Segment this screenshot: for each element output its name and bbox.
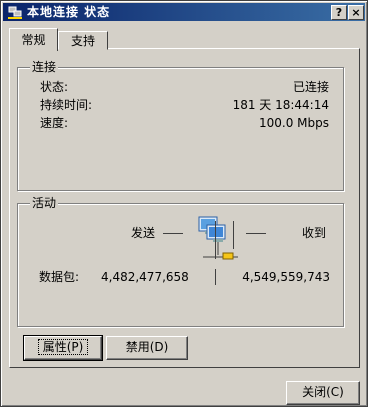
close-window-button[interactable]: × bbox=[348, 5, 364, 20]
duration-value: 181 天 18:44:14 bbox=[232, 98, 329, 112]
duration-label: 持续时间: bbox=[40, 98, 93, 112]
received-packets-value: 4,549,559,743 bbox=[242, 270, 330, 284]
help-button[interactable]: ? bbox=[331, 5, 347, 20]
status-value: 已连接 bbox=[292, 80, 329, 94]
packets-divider bbox=[215, 269, 216, 285]
sent-packets-value: 4,482,477,658 bbox=[101, 270, 189, 284]
activity-group bbox=[17, 203, 344, 327]
connector-left bbox=[215, 221, 216, 259]
disable-button[interactable]: 禁用(D) bbox=[106, 336, 188, 360]
packets-label: 数据包: bbox=[39, 270, 80, 284]
activity-group-label: 活动 bbox=[30, 196, 59, 210]
properties-button[interactable]: 属性(P) bbox=[23, 335, 103, 361]
connector-right bbox=[233, 221, 234, 249]
window-title: 本地连接 状态 bbox=[27, 5, 111, 19]
connection-group-label: 连接 bbox=[30, 60, 59, 74]
sent-label: 发送 bbox=[131, 226, 156, 240]
sent-dash bbox=[163, 233, 183, 234]
status-dialog: 本地连接 状态 ? × 常规 支持 连接 状态: 已连接 持续时间: 181 天… bbox=[0, 0, 368, 407]
received-dash bbox=[246, 233, 266, 234]
status-label: 状态: bbox=[40, 80, 69, 94]
network-connection-icon bbox=[8, 6, 22, 19]
speed-label: 速度: bbox=[40, 116, 69, 130]
tab-general[interactable]: 常规 bbox=[9, 28, 58, 51]
speed-value: 100.0 Mbps bbox=[258, 116, 329, 130]
received-label: 收到 bbox=[302, 226, 327, 240]
network-computers-icon bbox=[198, 216, 238, 260]
close-button[interactable]: 关闭(C) bbox=[286, 381, 360, 405]
title-bar[interactable]: 本地连接 状态 ? × bbox=[3, 3, 365, 21]
tab-support[interactable]: 支持 bbox=[58, 31, 108, 50]
